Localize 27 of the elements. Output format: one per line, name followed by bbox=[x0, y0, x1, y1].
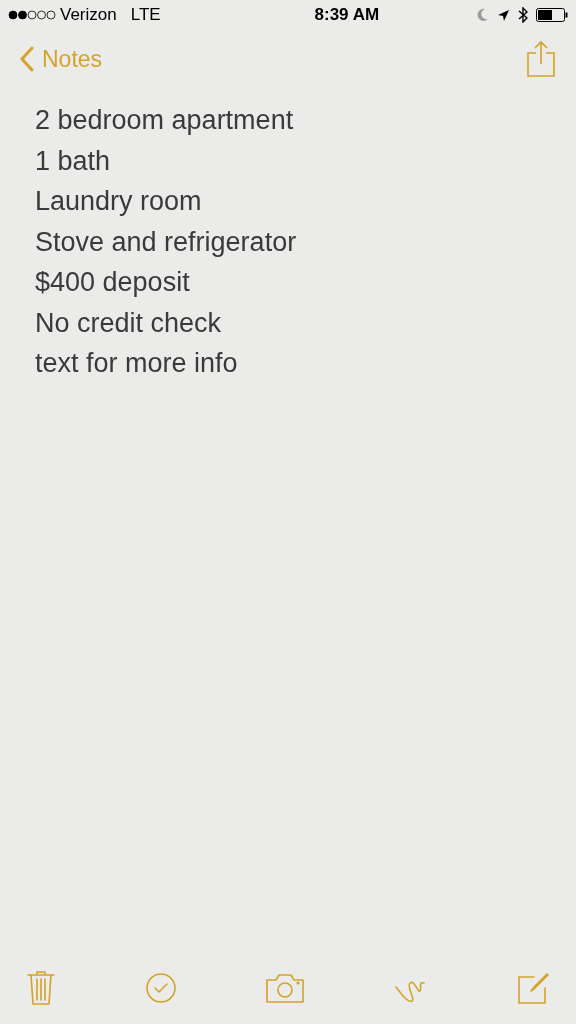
moon-icon bbox=[477, 8, 489, 22]
bluetooth-icon bbox=[518, 7, 528, 23]
share-icon bbox=[526, 40, 556, 78]
compose-icon bbox=[516, 971, 550, 1005]
share-button[interactable] bbox=[526, 40, 556, 78]
signal-icon bbox=[8, 10, 56, 20]
trash-icon bbox=[26, 970, 56, 1006]
camera-icon bbox=[265, 972, 305, 1004]
note-line: text for more info bbox=[35, 347, 239, 380]
note-line: 1 bath bbox=[35, 144, 112, 178]
chevron-left-icon bbox=[20, 46, 34, 72]
note-line: No credit check bbox=[35, 306, 223, 340]
location-arrow-icon bbox=[497, 8, 510, 22]
compose-button[interactable] bbox=[516, 971, 550, 1005]
camera-button[interactable] bbox=[265, 972, 305, 1004]
trash-button[interactable] bbox=[26, 970, 56, 1006]
note-line: Laundry room bbox=[35, 185, 203, 218]
battery-icon bbox=[536, 8, 568, 22]
back-button[interactable]: Notes bbox=[20, 41, 103, 77]
network-type: LTE bbox=[130, 4, 161, 27]
check-circle-icon bbox=[144, 972, 177, 1004]
note-line: 2 bedroom apartment bbox=[35, 104, 295, 137]
carrier-name: Verizon bbox=[60, 4, 117, 27]
note-line: Stove and refrigerator bbox=[35, 225, 298, 259]
clock: 8:39 AM bbox=[314, 4, 380, 27]
checklist-button[interactable] bbox=[144, 972, 177, 1004]
note-line: $400 deposit bbox=[35, 266, 191, 299]
